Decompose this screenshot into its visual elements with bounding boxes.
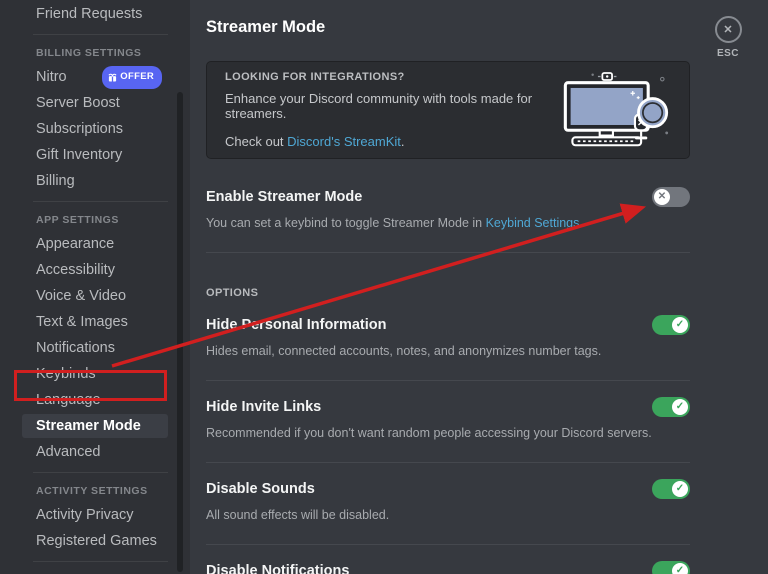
disable-sounds-desc: All sound effects will be disabled. [206, 508, 390, 522]
disable-notifications-toggle[interactable]: ✕ ✓ [652, 561, 690, 574]
sidebar-divider [33, 472, 168, 473]
sidebar-item-label: Nitro [36, 69, 67, 85]
toggle-knob: ✕ ✓ [672, 481, 688, 497]
hide-personal-information-desc: Hides email, connected accounts, notes, … [206, 344, 602, 358]
keybind-settings-link[interactable]: Keybind Settings [486, 216, 580, 230]
checkout-prefix: Check out [225, 134, 288, 149]
sidebar-item-text-images[interactable]: Text & Images [22, 310, 168, 334]
offer-badge: OFFER [102, 65, 162, 89]
sidebar-item-subscriptions[interactable]: Subscriptions [22, 117, 168, 141]
streamkit-link[interactable]: Discord's StreamKit [287, 134, 401, 149]
section-divider [206, 462, 690, 463]
check-icon: ✓ [675, 401, 685, 412]
desc-prefix: You can set a keybind to toggle Streamer… [206, 216, 486, 230]
sidebar-item-server-boost[interactable]: Server Boost [22, 91, 168, 115]
close-circle[interactable]: ✕ [714, 16, 742, 43]
sidebar-item-registered-games[interactable]: Registered Games [22, 529, 168, 553]
toggle-knob: ✕ ✓ [672, 317, 688, 333]
section-divider [206, 252, 690, 253]
sidebar-header-app-settings: APP SETTINGS [36, 214, 119, 226]
options-header: OPTIONS [206, 287, 259, 299]
sidebar-divider [33, 561, 168, 562]
setting-enable-streamer-mode: Enable Streamer Mode ✕ ✓ You can set a k… [206, 187, 690, 230]
section-divider [206, 380, 690, 381]
check-icon: ✓ [675, 565, 685, 574]
disable-notifications-label: Disable Notifications [206, 563, 350, 574]
sidebar-item-keybinds[interactable]: Keybinds [22, 362, 168, 386]
setting-disable-sounds: Disable Sounds ✕ ✓ All sound effects wil… [206, 479, 690, 522]
sidebar-item-appearance[interactable]: Appearance [22, 232, 168, 256]
integrations-checkout: Check out Discord's StreamKit. [225, 134, 553, 149]
streamer-setup-illustration [563, 72, 669, 147]
checkout-suffix: . [400, 134, 405, 149]
setting-hide-invite-links: Hide Invite Links ✕ ✓ Recommended if you… [206, 397, 690, 440]
integrations-heading: LOOKING FOR INTEGRATIONS? [225, 71, 405, 83]
sidebar-item-friend-requests[interactable]: Friend Requests [22, 2, 168, 26]
settings-sidebar: Friend Requests BILLING SETTINGS Nitro O… [0, 0, 190, 574]
sidebar-divider [33, 201, 168, 202]
disable-sounds-toggle[interactable]: ✕ ✓ [652, 479, 690, 499]
hide-invite-links-desc: Recommended if you don't want random peo… [206, 426, 652, 440]
enable-streamer-mode-label: Enable Streamer Mode [206, 189, 363, 205]
sidebar-item-gift-inventory[interactable]: Gift Inventory [22, 143, 168, 167]
sidebar-item-activity-privacy[interactable]: Activity Privacy [22, 503, 168, 527]
sidebar-item-billing[interactable]: Billing [22, 169, 168, 193]
gift-icon [108, 73, 117, 82]
check-icon: ✓ [675, 319, 685, 330]
close-icon: ✕ [723, 24, 733, 36]
check-icon: ✓ [675, 483, 685, 494]
setting-disable-notifications: Disable Notifications ✕ ✓ All desktop no… [206, 561, 690, 574]
sidebar-item-advanced[interactable]: Advanced [22, 440, 168, 464]
desc-suffix: . [579, 216, 583, 230]
enable-streamer-mode-desc: You can set a keybind to toggle Streamer… [206, 216, 690, 230]
toggle-knob: ✕ ✓ [654, 189, 670, 205]
sidebar-item-accessibility[interactable]: Accessibility [22, 258, 168, 282]
sidebar-item-voice-video[interactable]: Voice & Video [22, 284, 168, 308]
enable-streamer-mode-toggle[interactable]: ✕ ✓ [652, 187, 690, 207]
toggle-knob: ✕ ✓ [672, 563, 688, 574]
offer-badge-label: OFFER [120, 71, 154, 82]
disable-sounds-label: Disable Sounds [206, 481, 315, 497]
sidebar-item-notifications[interactable]: Notifications [22, 336, 168, 360]
toggle-knob: ✕ ✓ [672, 399, 688, 415]
sidebar-scrollbar[interactable] [177, 92, 183, 572]
hide-invite-links-label: Hide Invite Links [206, 399, 322, 415]
x-icon: ✕ [657, 191, 667, 202]
integrations-card: LOOKING FOR INTEGRATIONS? Enhance your D… [206, 61, 690, 159]
sidebar-item-whats-new[interactable]: What's New [22, 570, 168, 574]
hide-invite-links-toggle[interactable]: ✕ ✓ [652, 397, 690, 417]
sidebar-item-language[interactable]: Language [22, 388, 168, 412]
esc-label: ESC [716, 48, 740, 59]
integrations-body: Enhance your Discord community with tool… [225, 91, 533, 121]
hide-personal-information-toggle[interactable]: ✕ ✓ [652, 315, 690, 335]
integrations-card-text: LOOKING FOR INTEGRATIONS? Enhance your D… [225, 71, 553, 149]
sidebar-header-billing-settings: BILLING SETTINGS [36, 47, 142, 59]
hide-personal-information-label: Hide Personal Information [206, 317, 387, 333]
sidebar-item-nitro[interactable]: Nitro OFFER [22, 65, 168, 89]
sidebar-header-activity-settings: ACTIVITY SETTINGS [36, 485, 148, 497]
close-button[interactable]: ✕ ESC [712, 16, 744, 59]
sidebar-divider [33, 34, 168, 35]
setting-hide-personal-information: Hide Personal Information ✕ ✓ Hides emai… [206, 315, 690, 358]
sidebar-item-streamer-mode[interactable]: Streamer Mode [22, 414, 168, 438]
section-divider [206, 544, 690, 545]
settings-content: Streamer Mode LOOKING FOR INTEGRATIONS? … [190, 0, 768, 574]
page-title: Streamer Mode [206, 18, 326, 36]
